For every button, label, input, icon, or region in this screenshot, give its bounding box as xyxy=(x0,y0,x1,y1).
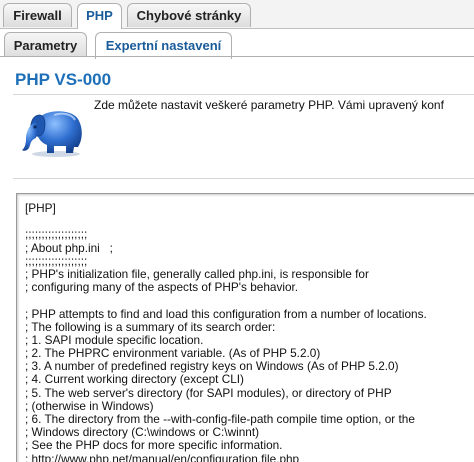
tab-php[interactable]: PHP xyxy=(77,3,122,29)
editor-divider xyxy=(13,178,474,179)
code-line: ; 5. The web server's directory (for SAP… xyxy=(25,385,392,400)
code-line: ;;;;;;;;;;;;;;;;;;; xyxy=(25,253,88,268)
tab-parameters-label: Parametry xyxy=(13,38,78,53)
php-ini-content: [PHP];;;;;;;;;;;;;;;;;;;; About php.ini … xyxy=(25,201,427,462)
code-line: ; configuring many of the aspects of PHP… xyxy=(25,280,299,295)
sub-tab-divider xyxy=(0,56,474,57)
tab-expert-settings-label: Expertní nastavení xyxy=(105,38,222,53)
tab-parameters[interactable]: Parametry xyxy=(4,32,87,57)
code-line: ; http://www.php.net/manual/en/configura… xyxy=(25,451,300,462)
code-line: ; 4. Current working directory (except C… xyxy=(25,372,244,387)
intro-text: Zde můžete nastavit veškeré parametry PH… xyxy=(94,98,444,112)
tab-firewall[interactable]: Firewall xyxy=(3,3,72,27)
page-title: PHP VS-000 xyxy=(15,70,112,89)
tab-firewall-label: Firewall xyxy=(13,8,62,23)
tab-expert-settings[interactable]: Expertní nastavení xyxy=(95,32,232,59)
code-line: ; PHP attempts to find and load this con… xyxy=(25,306,427,321)
code-line: ; The following is a summary of its sear… xyxy=(25,319,276,334)
tab-php-label: PHP xyxy=(86,8,113,23)
php-ini-editor[interactable]: [PHP];;;;;;;;;;;;;;;;;;;; About php.ini … xyxy=(16,193,474,462)
code-line: ; About php.ini ; xyxy=(25,240,113,255)
tab-error-pages-label: Chybové stránky xyxy=(136,8,242,23)
top-tab-bar: Firewall PHP Chybové stránky xyxy=(0,0,474,29)
code-line: ;;;;;;;;;;;;;;;;;;; xyxy=(25,227,88,242)
code-line: [PHP] xyxy=(25,201,56,215)
php-settings-page: Firewall PHP Chybové stránky Parametry E… xyxy=(0,0,474,462)
php-elephant-icon xyxy=(22,111,82,157)
sub-tab-bar: Parametry Expertní nastavení xyxy=(0,29,474,59)
title-divider xyxy=(13,94,474,95)
code-line: ; See the PHP docs for more specific inf… xyxy=(25,438,283,453)
tab-error-pages[interactable]: Chybové stránky xyxy=(127,3,251,27)
